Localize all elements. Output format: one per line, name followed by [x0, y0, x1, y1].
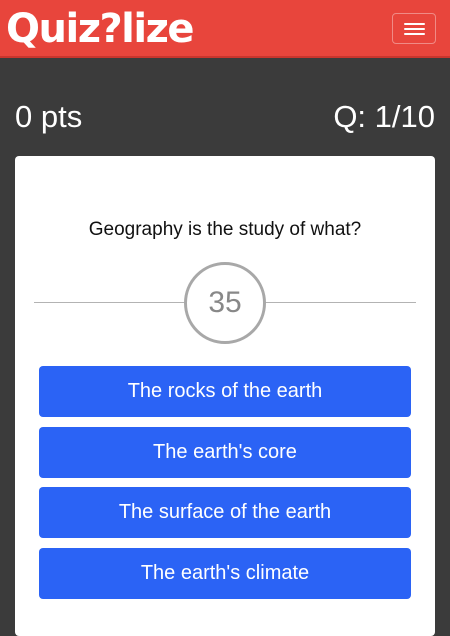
- question-text: Geography is the study of what?: [88, 219, 362, 240]
- score-display: 0 pts: [15, 99, 83, 134]
- quizalize-logo[interactable]: Quiz?lize: [6, 6, 195, 52]
- answer-button-3[interactable]: The surface of the earth: [39, 487, 411, 538]
- answer-button-1[interactable]: The rocks of the earth: [39, 366, 411, 417]
- question-card: Geography is the study of what? 35 The r…: [15, 156, 435, 636]
- answer-button-2[interactable]: The earth's core: [39, 427, 411, 478]
- question-counter: Q: 1/10: [333, 99, 435, 134]
- countdown-timer: 35: [184, 262, 266, 344]
- answer-button-4[interactable]: The earth's climate: [39, 548, 411, 599]
- hamburger-menu-button[interactable]: [392, 13, 436, 44]
- top-navbar: Quiz?lize: [0, 0, 450, 58]
- hamburger-menu-icon: [404, 23, 425, 25]
